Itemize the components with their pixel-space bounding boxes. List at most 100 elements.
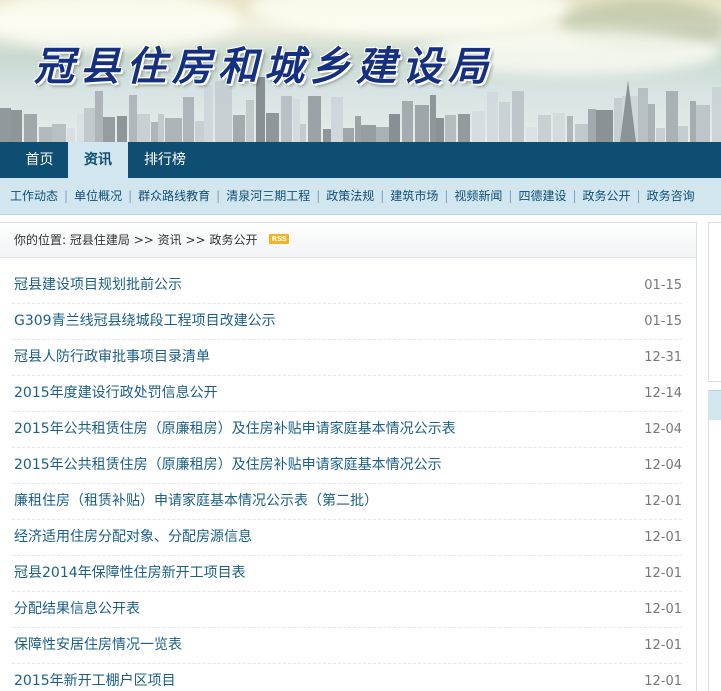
- skyline-building: [67, 128, 75, 142]
- skyline-building: [117, 116, 127, 142]
- sub-nav-item[interactable]: 清泉河三期工程: [226, 178, 310, 214]
- nav-item-news[interactable]: 资讯: [68, 142, 128, 178]
- article-title-link[interactable]: 2015年新开工棚户区项目: [14, 664, 176, 691]
- skyline-building: [95, 91, 103, 142]
- sub-nav-separator: |: [128, 189, 133, 203]
- breadcrumb: 你的位置: 冠县住建局 >> 资讯 >> 政务公开 RSS: [0, 223, 696, 258]
- skyline-building: [343, 128, 354, 142]
- article-title-link[interactable]: 经济适用住房分配对象、分配房源信息: [14, 520, 252, 555]
- article-row: 保障性安居住房情况一览表 12-01: [12, 628, 682, 664]
- main-nav: 首页 资讯 排行榜: [0, 142, 721, 178]
- article-title-link[interactable]: 2015年度建设行政处罚信息公开: [14, 376, 218, 411]
- article-title-link[interactable]: 保障性安居住房情况一览表: [14, 628, 182, 663]
- skyline-building: [596, 110, 613, 142]
- skyline-building: [195, 121, 204, 142]
- article-date: 01-15: [644, 278, 682, 293]
- skyline-building: [11, 110, 22, 142]
- skyline-building: [696, 105, 710, 142]
- skyline-building: [512, 91, 524, 142]
- article-date: 12-01: [644, 566, 682, 581]
- skyline-building: [553, 113, 565, 142]
- skyline-building: [472, 111, 485, 142]
- skyline-building: [246, 100, 254, 142]
- skyline-building: [575, 124, 588, 142]
- sub-nav-separator: |: [64, 189, 69, 203]
- skyline-building: [458, 114, 470, 142]
- article-title-link[interactable]: 2015年公共租赁住房（原廉租房）及住房补贴申请家庭基本情况公示表: [14, 412, 456, 447]
- skyline-building: [361, 125, 376, 142]
- article-title-link[interactable]: 廉租住房（租赁补贴）申请家庭基本情况公示表（第二批）: [14, 484, 378, 519]
- skyline-building: [666, 91, 678, 142]
- sub-nav-separator: |: [216, 189, 221, 203]
- article-list: 冠县建设项目规划批前公示 01-15 G309青兰线冠县绕城段工程项目改建公示 01-…: [12, 268, 682, 691]
- skyline-building: [712, 87, 721, 142]
- article-title-link[interactable]: 分配结果信息公开表: [14, 592, 140, 627]
- skyline-building: [323, 129, 331, 142]
- skyline-building: [0, 108, 11, 142]
- skyline-building: [445, 115, 456, 142]
- sub-nav-item[interactable]: 工作动态: [10, 178, 58, 214]
- article-date: 12-01: [644, 494, 682, 509]
- article-row: 2015年度建设行政处罚信息公开 12-14: [12, 376, 682, 412]
- article-row: 2015年新开工棚户区项目 12-01: [12, 664, 682, 691]
- article-title-link[interactable]: 冠县人防行政审批事项目录清单: [14, 340, 210, 375]
- site-title: 冠县住房和城乡建设局: [34, 43, 494, 90]
- article-row: 2015年公共租赁住房（原廉租房）及住房补贴申请家庭基本情况公示 12-04: [12, 448, 682, 484]
- article-title-link[interactable]: G309青兰线冠县绕城段工程项目改建公示: [14, 304, 276, 339]
- breadcrumb-link-news[interactable]: 资讯: [158, 233, 182, 247]
- skyline-building: [415, 105, 429, 142]
- article-date: 12-01: [644, 674, 682, 689]
- breadcrumb-separator: >>: [185, 233, 206, 247]
- skyline-building: [538, 115, 551, 142]
- skyline-building: [487, 92, 498, 142]
- article-date: 12-04: [644, 458, 682, 473]
- sub-nav-item[interactable]: 政务公开: [583, 178, 631, 214]
- article-date: 12-01: [644, 530, 682, 545]
- sidebar-box: [708, 420, 721, 691]
- breadcrumb-current[interactable]: 政务公开: [209, 233, 257, 247]
- article-title-link[interactable]: 冠县2014年保障性住房新开工项目表: [14, 556, 246, 591]
- skyline-building: [52, 124, 66, 142]
- sidebar-header: [708, 390, 721, 421]
- skyline-building: [526, 127, 537, 142]
- sub-nav-item[interactable]: 政务咨询: [647, 178, 695, 214]
- sub-nav-item[interactable]: 单位概况: [74, 178, 122, 214]
- breadcrumb-separator: >>: [133, 233, 154, 247]
- sub-nav-item[interactable]: 政策法规: [326, 178, 374, 214]
- sub-nav-item[interactable]: 视频新闻: [454, 178, 502, 214]
- sub-nav-separator: |: [572, 189, 577, 203]
- article-date: 12-01: [644, 602, 682, 617]
- article-date: 12-04: [644, 422, 682, 437]
- article-row: 分配结果信息公开表 12-01: [12, 592, 682, 628]
- article-date: 12-01: [644, 638, 682, 653]
- rss-icon[interactable]: RSS: [269, 233, 290, 244]
- skyline-building: [690, 101, 696, 142]
- skyline-building: [293, 99, 300, 142]
- skyline-building: [77, 113, 84, 142]
- skyline-building: [300, 124, 306, 142]
- sub-nav-item[interactable]: 建筑市场: [390, 178, 438, 214]
- article-row: 经济适用住房分配对象、分配房源信息 12-01: [12, 520, 682, 556]
- article-date: 01-15: [644, 314, 682, 329]
- skyline-building: [436, 118, 444, 142]
- skyline-building: [39, 127, 52, 142]
- skyline-building: [638, 88, 648, 142]
- skyline-building: [204, 85, 213, 142]
- skyline-building: [308, 96, 321, 142]
- article-title-link[interactable]: 2015年公共租赁住房（原廉租房）及住房补贴申请家庭基本情况公示: [14, 448, 442, 483]
- skyline-building: [151, 122, 158, 142]
- skyline-building: [499, 102, 510, 142]
- article-row: 冠县人防行政审批事项目录清单 12-31: [12, 340, 682, 376]
- breadcrumb-link-home[interactable]: 冠县住建局: [70, 233, 130, 247]
- article-title-link[interactable]: 冠县建设项目规划批前公示: [14, 268, 182, 303]
- sub-nav-item[interactable]: 群众路线教育: [138, 178, 210, 214]
- sub-nav-separator: |: [636, 189, 641, 203]
- sub-nav-separator: |: [508, 189, 513, 203]
- skyline-building: [24, 114, 37, 142]
- sub-nav-separator: |: [380, 189, 385, 203]
- skyline-building: [165, 118, 182, 142]
- sub-nav-item[interactable]: 四德建设: [518, 178, 566, 214]
- nav-item-ranking[interactable]: 排行榜: [134, 142, 196, 178]
- nav-item-home[interactable]: 首页: [12, 142, 67, 178]
- skyline-building: [137, 114, 150, 142]
